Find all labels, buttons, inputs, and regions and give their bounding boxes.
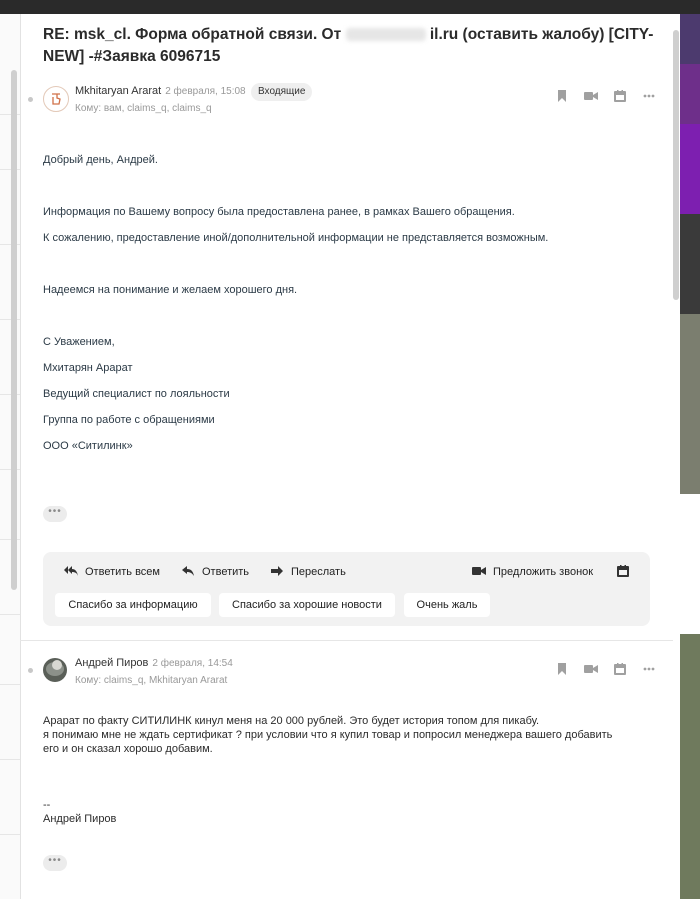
calendar-icon [615,564,631,580]
calendar-button[interactable] [615,564,637,580]
unread-dot[interactable] [28,97,33,102]
recipients[interactable]: Кому: claims_q, Mkhitaryan Ararat [75,675,227,686]
bookmark-icon[interactable] [547,90,576,102]
body-line: Мхитарян Арарат [43,362,133,374]
video-call-icon[interactable] [576,91,605,101]
avatar[interactable] [43,658,67,682]
unread-dot[interactable] [28,668,33,673]
video-call-icon [471,566,487,579]
message-toolbar [547,90,663,102]
calendar-icon[interactable] [605,90,634,102]
reply-all-icon [63,565,79,579]
quick-reply-good-news[interactable]: Спасибо за хорошие новости [219,593,395,617]
recipients[interactable]: Кому: вам, claims_q, claims_q [75,103,212,114]
body-line: Надеемся на понимание и желаем хорошего … [43,284,298,296]
show-quoted-button[interactable]: ••• [43,855,67,871]
reply-panel: Ответить всем Ответить Переслать Предлож… [43,552,650,626]
message-sender[interactable]: Андрей Пиров 2 февраля, 14:54 [75,657,233,669]
signature-name: Андрей Пиров [43,813,117,825]
show-quoted-button[interactable]: ••• [43,506,67,522]
reply-all-button[interactable]: Ответить всем [63,564,160,580]
bookmark-icon[interactable] [547,663,576,675]
more-dots-icon[interactable] [634,94,663,98]
subject-line1: RE: msk_cl. Форма обратной связи. От [43,26,342,43]
redacted-email [345,28,426,42]
message-toolbar [547,663,663,675]
quick-reply-thanks-info[interactable]: Спасибо за информацию [55,593,211,617]
body-line: Ведущий специалист по лояльности [43,388,230,400]
hand-icon [52,93,61,105]
sender-name[interactable]: Андрей Пиров [75,657,148,669]
subject-line2: NEW] -#Заявка 6096715 [43,48,221,65]
signature-separator: -- [43,799,51,811]
body-line: Информация по Вашему вопросу была предос… [43,206,515,218]
body-line: его и он сказал хорошо добавим. [43,743,213,755]
body-line: К сожалению, предоставление иной/дополни… [43,232,549,244]
message-sender[interactable]: Mkhitaryan Ararat 2 февраля, 15:08 [75,85,246,97]
avatar[interactable] [43,86,69,112]
body-line: я понимаю мне не ждать сертификат ? при … [43,729,613,741]
more-dots-icon[interactable] [634,667,663,671]
browser-top-bar [0,0,700,14]
message-time: 2 февраля, 14:54 [152,658,233,669]
reply-icon [180,565,196,579]
quick-reply-sorry[interactable]: Очень жаль [404,593,490,617]
forward-button[interactable]: Переслать [269,564,346,580]
message-time: 2 февраля, 15:08 [165,86,246,97]
subject-line1-tail: il.ru (оставить жалобу) [CITY- [429,26,654,43]
email-subject: RE: msk_cl. Форма обратной связи. От il.… [43,24,663,68]
video-call-icon[interactable] [576,664,605,674]
body-line: Добрый день, Андрей. [43,154,158,166]
sidebar-scrollbar[interactable] [11,70,17,590]
body-line: ООО «Ситилинк» [43,440,133,452]
folder-badge[interactable]: Входящие [251,83,313,101]
reply-all-label: Ответить всем [85,566,160,578]
propose-call-button[interactable]: Предложить звонок [471,564,593,580]
body-line: Арарат по факту СИТИЛИНК кинул меня на 2… [43,715,540,727]
reply-label: Ответить [202,566,250,578]
calendar-icon[interactable] [605,663,634,675]
body-line: Группа по работе с обращениями [43,414,215,426]
forward-icon [269,565,285,579]
thread-scrollbar[interactable] [673,30,679,300]
message-divider [20,640,673,641]
sender-name[interactable]: Mkhitaryan Ararat [75,85,161,97]
reply-button[interactable]: Ответить [180,564,249,580]
right-background-strip [680,14,700,899]
body-line: С Уважением, [43,336,115,348]
propose-call-label: Предложить звонок [493,566,594,578]
forward-label: Переслать [291,566,346,578]
